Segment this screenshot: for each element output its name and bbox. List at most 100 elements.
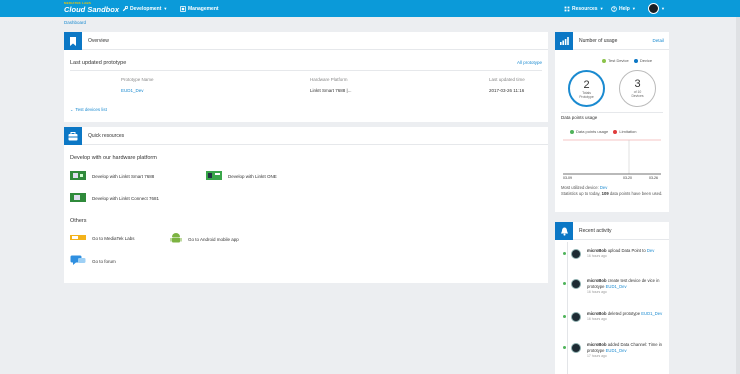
go-mediatek-labs[interactable]: Go to MediaTek Labs [70, 233, 135, 243]
chevron-down-icon: ▼ [163, 6, 168, 11]
devices-circle: 3 of 10 Devices [619, 70, 656, 107]
activity-target-link[interactable]: Dev [647, 248, 654, 253]
stats-count: 109 [601, 191, 609, 196]
hw-item-label: Develop with LinkIt Connect 7681 [92, 195, 160, 201]
page-scrollbar[interactable] [736, 17, 740, 374]
brand-title: Cloud Sandbox [64, 5, 119, 14]
activity-time: 17 hours ago [587, 354, 607, 358]
activity-timeline [567, 242, 568, 374]
test-devices-label: Test devices list [75, 107, 107, 112]
hardware-platform-value: LinkIt Smart 7688 |... [310, 88, 352, 93]
avatar [648, 3, 659, 14]
chevron-down-icon: ⌄ [70, 107, 74, 112]
bar-chart-icon [555, 32, 573, 50]
nav-help-label: Help [619, 5, 630, 12]
quick-resources-header: Quick resources [64, 127, 548, 145]
hw-linkit-one[interactable]: Develop with LinkIt ONE [206, 171, 277, 181]
activity-action: deleted prototype [607, 311, 641, 316]
stats-suffix: data points have been used. [609, 191, 663, 196]
nav-resources-label: Resources [572, 5, 598, 12]
divider [70, 70, 542, 71]
nav-development-label: Development [130, 5, 162, 12]
activity-time: 16 hours ago [587, 317, 607, 321]
brand-logo[interactable]: MEDIATEK LABS Cloud Sandbox [64, 1, 124, 16]
most-utilized-device-link[interactable]: Dev [600, 185, 607, 190]
hw-linkit-connect-7681[interactable]: Develop with LinkIt Connect 7681 [70, 193, 159, 203]
totals-prototype-circle: 2 Totals Prototype [568, 70, 605, 107]
col-hardware-platform: Hardware Platform [310, 77, 348, 82]
nav-help[interactable]: Help ▼ [611, 0, 636, 17]
wrench-icon [122, 5, 128, 11]
go-forum[interactable]: Go to forum [70, 255, 116, 267]
col-prototype-name: Prototype Name [121, 77, 154, 82]
activity-target-link[interactable]: EUD1_Dev [606, 284, 627, 289]
activity-text: microBob added Data Channel: Time in pro… [587, 342, 667, 359]
prototype-name-link[interactable]: EUD1_Dev [121, 88, 144, 93]
data-points-title: Data points usage [561, 115, 598, 120]
legend-dot [633, 58, 638, 63]
others-item-label: Go to MediaTek Labs [92, 235, 135, 241]
legend-device: Device [639, 58, 653, 63]
help-icon [611, 5, 617, 12]
x-tick-label: 03-26 [649, 176, 658, 180]
board-icon [70, 171, 86, 181]
bell-icon [555, 222, 573, 240]
nav-management-label: Management [188, 5, 219, 12]
avatar [571, 249, 581, 259]
go-android-app[interactable]: Go to Android mobile app [170, 233, 239, 245]
last-updated-value: 2017-03-26 11:16 [489, 88, 525, 93]
test-devices-toggle[interactable]: ⌄ Test devices list [70, 107, 107, 112]
others-item-label: Go to Android mobile app [188, 236, 239, 242]
recent-activity-header: Recent activity [555, 222, 669, 240]
activity-user: microBob [587, 342, 607, 347]
activity-time: 16 hours ago [587, 254, 607, 258]
activity-target-link[interactable]: EUD1_Dev [641, 311, 662, 316]
activity-text: microBob deleted prototype EUD1_Dev 16 h… [587, 311, 667, 322]
most-utilized-label: Most utilized device: [561, 185, 599, 190]
nav-resources[interactable]: Resources ▼ [564, 0, 604, 17]
activity-user: microBob [587, 278, 607, 283]
nav-management[interactable]: Management [180, 0, 219, 17]
bookmark-icon [64, 32, 82, 50]
overview-panel: Overview Last updated prototype All prot… [64, 32, 548, 122]
devices-count: 3 [634, 78, 641, 90]
last-updated-heading: Last updated prototype [70, 60, 127, 66]
recent-activity-panel: Recent activity microBob upload Data Poi… [555, 222, 669, 374]
toolbox-icon [64, 127, 82, 145]
overview-header: Overview [64, 32, 548, 50]
legend-data-points-usage: Data points usage [576, 129, 609, 134]
usage-detail-link[interactable]: Detail [652, 38, 664, 43]
all-prototype-link[interactable]: All prototype [517, 60, 542, 65]
nav-development[interactable]: Development ▼ [122, 0, 167, 17]
recent-activity-title: Recent activity [579, 228, 612, 234]
avatar [571, 343, 581, 353]
usage-header: Number of usage Detail [555, 32, 669, 50]
activity-bullet [563, 252, 566, 255]
data-points-legend: Data points usage Limitation [570, 129, 637, 134]
android-icon [170, 233, 182, 245]
col-last-updated: Last updated time [489, 77, 525, 82]
legend-dot [570, 129, 574, 134]
chevron-down-icon: ▼ [599, 6, 604, 11]
devices-caption-2: Devices [631, 94, 644, 98]
totals-caption-2: Prototype [579, 95, 594, 99]
user-menu[interactable]: ▼ [648, 0, 665, 17]
legend-test-device: Test Device [608, 58, 629, 63]
activity-bullet [563, 346, 566, 349]
quick-resources-panel: Quick resources Develop with our hardwar… [64, 127, 548, 283]
legend-dot [602, 58, 606, 63]
usage-title: Number of usage [579, 38, 618, 44]
top-navbar: MEDIATEK LABS Cloud Sandbox Development … [0, 0, 740, 17]
activity-time: 16 hours ago [587, 290, 607, 294]
chevron-down-icon: ▼ [631, 6, 636, 11]
x-tick-label: 03-09 [563, 176, 572, 180]
activity-user: microBob [587, 248, 607, 253]
activity-action: upload Data Point to [607, 248, 646, 253]
hw-linkit-smart-7688[interactable]: Develop with LinkIt Smart 7688 [70, 171, 154, 181]
divider [561, 112, 663, 113]
avatar [571, 279, 581, 289]
breadcrumb[interactable]: Dashboard [64, 20, 86, 25]
totals-prototype-count: 2 [583, 79, 590, 91]
activity-bullet [563, 315, 566, 318]
activity-target-link[interactable]: EUD1_Dev [606, 348, 627, 353]
